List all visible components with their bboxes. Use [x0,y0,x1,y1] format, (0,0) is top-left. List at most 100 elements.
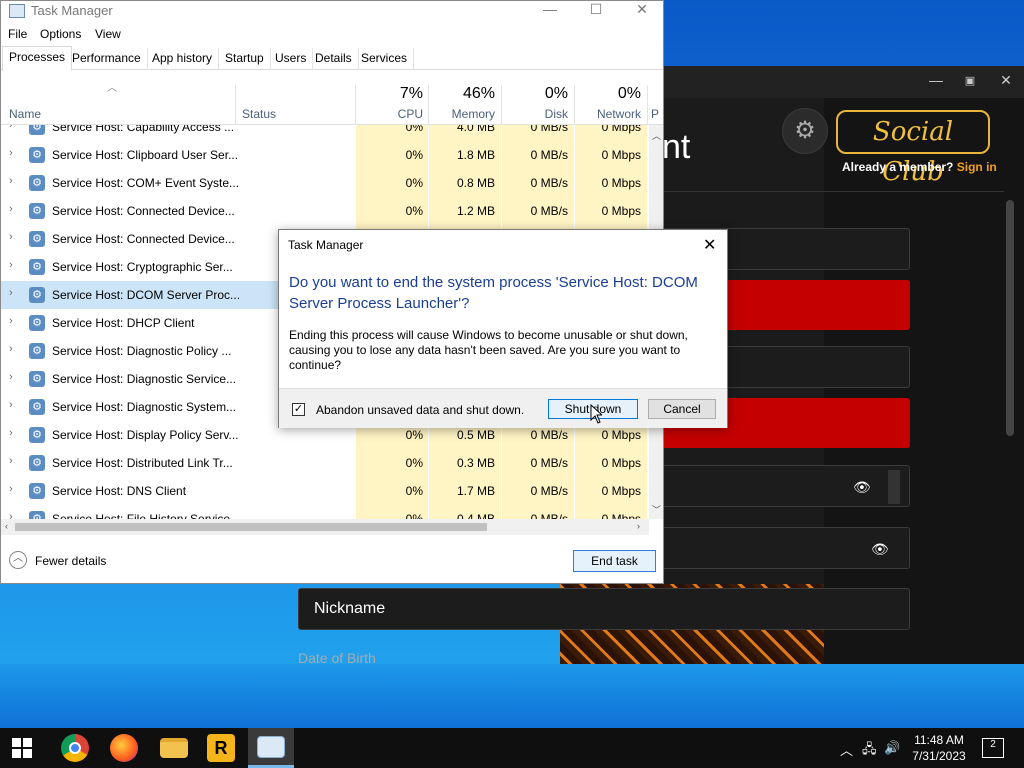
chevron-up-circle-icon[interactable]: ︿ [9,551,27,569]
password-strength-bar [888,470,900,504]
process-cpu: 0% [405,456,423,470]
column-memory[interactable]: Memory [433,107,495,121]
social-club-heading: nt [662,128,691,166]
expand-chevron-icon[interactable]: › [9,175,13,187]
show-confirm-password-eye-icon[interactable]: 👁 [871,541,889,558]
taskbar: R ︿ 🖧 🔊 11:48 AM 7/31/2023 2 [0,728,1024,768]
process-name: Service Host: Diagnostic Service... [52,372,237,386]
close-icon[interactable]: ✕ [619,1,665,21]
task-manager-footer: ︿ Fewer details End task [1,537,663,583]
end-task-button[interactable]: End task [573,550,656,572]
menu-bar: File Options View [1,23,663,45]
scroll-up-icon[interactable]: ︿ [652,129,661,142]
tab-services[interactable]: Services [355,48,415,70]
expand-chevron-icon[interactable]: › [9,511,13,519]
table-row[interactable]: › ⚙ Service Host: COM+ Event Syste... 0% 0.8… [1,169,649,197]
expand-chevron-icon[interactable]: › [9,147,13,159]
horizontal-scroll-thumb[interactable] [15,523,487,531]
expand-chevron-icon[interactable]: › [9,399,13,411]
expand-chevron-icon[interactable]: › [9,483,13,495]
windows-start-icon[interactable] [12,738,32,758]
tab-app-history[interactable]: App history [146,48,220,70]
column-status[interactable]: Status [242,107,276,121]
chevron-up-icon[interactable]: ︿ [840,740,853,759]
expand-chevron-icon[interactable]: › [9,203,13,215]
sort-arrow-icon: ︿ [107,83,117,94]
clock[interactable]: 11:48 AM 7/31/2023 [906,732,972,764]
process-memory: 4.0 MB [456,125,495,134]
tab-performance[interactable]: Performance [66,48,148,70]
abandon-data-checkbox[interactable]: ✓ [292,403,305,416]
close-icon[interactable]: ✕ [996,72,1016,89]
process-name: Service Host: Clipboard User Ser... [52,148,239,162]
expand-chevron-icon[interactable]: › [9,231,13,243]
scroll-left-icon[interactable]: ‹ [5,521,8,531]
process-disk: 0 MB/s [530,176,568,190]
horizontal-scrollbar[interactable]: ‹ › [1,519,649,535]
fewer-details-link[interactable]: Fewer details [35,554,106,568]
column-power[interactable]: P [651,107,663,121]
nickname-field[interactable] [298,588,910,630]
firefox-icon[interactable] [110,734,138,762]
table-row[interactable]: › ⚙ Service Host: Distributed Link Tr... 0%… [1,449,649,477]
abandon-data-label[interactable]: Abandon unsaved data and shut down. [316,403,524,417]
tab-details[interactable]: Details [309,48,359,70]
network-icon[interactable]: 🖧 [862,740,877,762]
maximize-icon[interactable]: ▣ [960,74,980,87]
expand-chevron-icon[interactable]: › [9,371,13,383]
scroll-right-icon[interactable]: › [637,521,640,531]
process-cpu: 0% [405,204,423,218]
column-separator [501,85,502,125]
tab-startup[interactable]: Startup [219,48,271,70]
expand-chevron-icon[interactable]: › [9,455,13,467]
chrome-icon[interactable] [61,734,89,762]
process-name: Service Host: DCOM Server Proc... [52,288,241,302]
minimize-icon[interactable]: — [926,72,946,88]
service-gear-icon: ⚙ [29,483,45,499]
process-disk: 0 MB/s [530,204,568,218]
column-separator [428,85,429,125]
column-disk[interactable]: Disk [506,107,568,121]
expand-chevron-icon[interactable]: › [9,343,13,355]
menu-options[interactable]: Options [40,27,81,41]
table-row[interactable]: › ⚙ Service Host: Clipboard User Ser... 0% 1… [1,141,649,169]
dialog-close-icon[interactable]: ✕ [703,235,716,255]
maximize-icon[interactable]: ☐ [573,1,619,21]
process-name: Service Host: Display Policy Serv... [52,428,239,442]
expand-chevron-icon[interactable]: › [9,259,13,271]
rockstar-launcher-icon[interactable]: R [207,734,235,762]
table-row[interactable]: › ⚙ Service Host: Connected Device... 0% 1.2… [1,197,649,225]
expand-chevron-icon[interactable]: › [9,427,13,439]
column-network[interactable]: Network [579,107,641,121]
task-manager-titlebar[interactable]: Task Manager — ☐ ✕ [1,1,663,23]
show-password-eye-icon[interactable]: 👁 [853,479,871,496]
scroll-down-icon[interactable]: ﹀ [652,503,661,516]
task-manager-icon[interactable] [257,736,285,758]
dialog-body: Ending this process will cause Windows t… [289,328,688,372]
process-disk: 0 MB/s [530,484,568,498]
menu-file[interactable]: File [8,27,27,41]
member-text: Already a member? [842,160,954,174]
expand-chevron-icon[interactable]: › [9,125,13,131]
column-cpu[interactable]: CPU [361,107,423,121]
column-name[interactable]: Name [9,107,41,121]
expand-chevron-icon[interactable]: › [9,287,13,299]
process-name: Service Host: File History Service [52,512,231,519]
tab-users[interactable]: Users [269,48,314,70]
tab-processes[interactable]: Processes [2,46,73,71]
sign-in-link[interactable]: Sign in [957,160,997,174]
divider [664,191,1004,192]
expand-chevron-icon[interactable]: › [9,315,13,327]
table-row[interactable]: › ⚙ Service Host: Capability Access ... 0% 4… [1,125,649,141]
settings-gear-icon[interactable]: ⚙ [782,108,828,154]
cancel-button[interactable]: Cancel [648,399,716,419]
notification-icon[interactable]: 2 [982,738,1004,758]
table-row[interactable]: › ⚙ Service Host: File History Service 0% 0.… [1,505,649,519]
file-explorer-icon[interactable] [160,738,188,758]
menu-view[interactable]: View [95,27,121,41]
table-row[interactable]: › ⚙ Service Host: DNS Client 0% 1.7 MB 0 MB/s… [1,477,649,505]
volume-icon[interactable]: 🔊 [884,740,900,756]
minimize-icon[interactable]: — [527,1,573,21]
social-club-scrollbar[interactable] [1006,200,1014,436]
process-network: 0 Mbps [601,204,641,218]
